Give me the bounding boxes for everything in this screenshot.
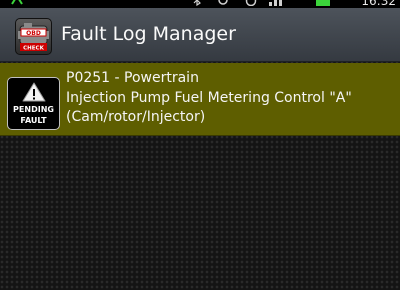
bluetooth-icon xyxy=(193,0,201,6)
fault-list-item[interactable]: PENDING FAULT P0251 - Powertrain Injecti… xyxy=(0,63,400,136)
alarm-icon xyxy=(245,0,257,6)
sync-icon xyxy=(218,0,228,5)
pending-fault-badge: PENDING FAULT xyxy=(7,77,60,130)
engine-icon: OBD CHECK xyxy=(18,23,49,52)
app-title: Fault Log Manager xyxy=(61,23,236,45)
status-bar: 16:32 xyxy=(0,0,400,8)
app-icon-label-top: OBD xyxy=(26,30,41,37)
fault-label: FAULT xyxy=(20,116,47,125)
app-icon-label-bottom: CHECK xyxy=(23,46,44,52)
warning-icon xyxy=(22,82,46,102)
pending-label: PENDING xyxy=(13,105,54,114)
fault-code: P0251 - Powertrain xyxy=(66,70,199,86)
usb-debug-icon xyxy=(11,0,23,5)
signal-icon xyxy=(269,0,282,6)
app-icon[interactable]: OBD CHECK xyxy=(15,18,52,55)
battery-icon xyxy=(316,0,330,6)
fault-description: Injection Pump Fuel Metering Control "A"… xyxy=(66,90,352,125)
status-clock: 16:32 xyxy=(361,0,396,8)
action-bar: OBD CHECK Fault Log Manager xyxy=(0,8,400,62)
